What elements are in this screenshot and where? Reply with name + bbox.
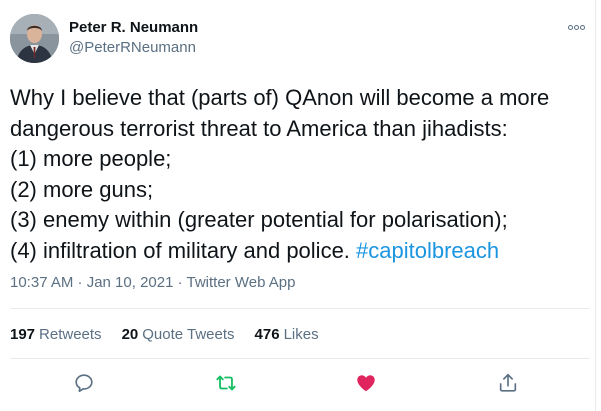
- tweet-line: dangerous terrorist threat to America th…: [10, 115, 508, 141]
- reply-icon[interactable]: [73, 372, 95, 394]
- tweet-line-last: (4) infiltration of military and police.…: [10, 236, 585, 267]
- share-icon[interactable]: [497, 372, 519, 394]
- avatar[interactable]: [10, 14, 59, 63]
- tweet-line-text: (4) infiltration of military and police.: [10, 237, 357, 263]
- tweet-line: (1) more people;: [10, 146, 172, 171]
- retweets-label: Retweets: [39, 326, 102, 343]
- tweet-timestamp[interactable]: 10:37 AM · Jan 10, 2021 · Twitter Web Ap…: [10, 273, 295, 293]
- engagement-stats: 197 Retweets 20 Quote Tweets 476 Likes: [10, 325, 319, 345]
- hashtag-link[interactable]: #capitolbreach: [356, 238, 499, 263]
- retweets-count: 197: [10, 326, 36, 343]
- user-handle[interactable]: @PeterRNeumann: [69, 38, 198, 58]
- tweet-card: Peter R. Neumann @PeterRNeumann Why I be…: [0, 0, 601, 411]
- likes-label: Likes: [283, 326, 319, 343]
- divider: [10, 308, 590, 309]
- display-name[interactable]: Peter R. Neumann: [69, 18, 198, 38]
- tweet-line: (2) more guns;: [10, 176, 154, 202]
- retweets-stat[interactable]: 197 Retweets: [10, 325, 102, 345]
- more-dot: [580, 24, 585, 30]
- more-dot: [568, 24, 573, 30]
- tweet-text: Why I believe that (parts of) QAnon will…: [10, 83, 585, 266]
- likes-count: 476: [254, 326, 280, 343]
- likes-stat[interactable]: 476 Likes: [255, 325, 319, 345]
- more-dot: [574, 24, 579, 30]
- divider: [10, 358, 590, 359]
- quotes-stat[interactable]: 20 Quote Tweets: [122, 325, 235, 345]
- heart-icon[interactable]: [355, 372, 377, 394]
- tweet-line: (3) enemy within (greater potential for …: [10, 207, 508, 232]
- tweet-header: Peter R. Neumann @PeterRNeumann: [10, 14, 590, 64]
- card-border: [595, 0, 596, 411]
- action-bar: [0, 372, 595, 394]
- quotes-count: 20: [121, 326, 139, 343]
- tweet-line: Why I believe that (parts of) QAnon will…: [10, 85, 550, 110]
- more-options-icon[interactable]: [568, 22, 588, 32]
- quotes-label: Quote Tweets: [142, 326, 235, 343]
- retweet-icon[interactable]: [215, 372, 237, 394]
- author-names: Peter R. Neumann @PeterRNeumann: [69, 18, 198, 58]
